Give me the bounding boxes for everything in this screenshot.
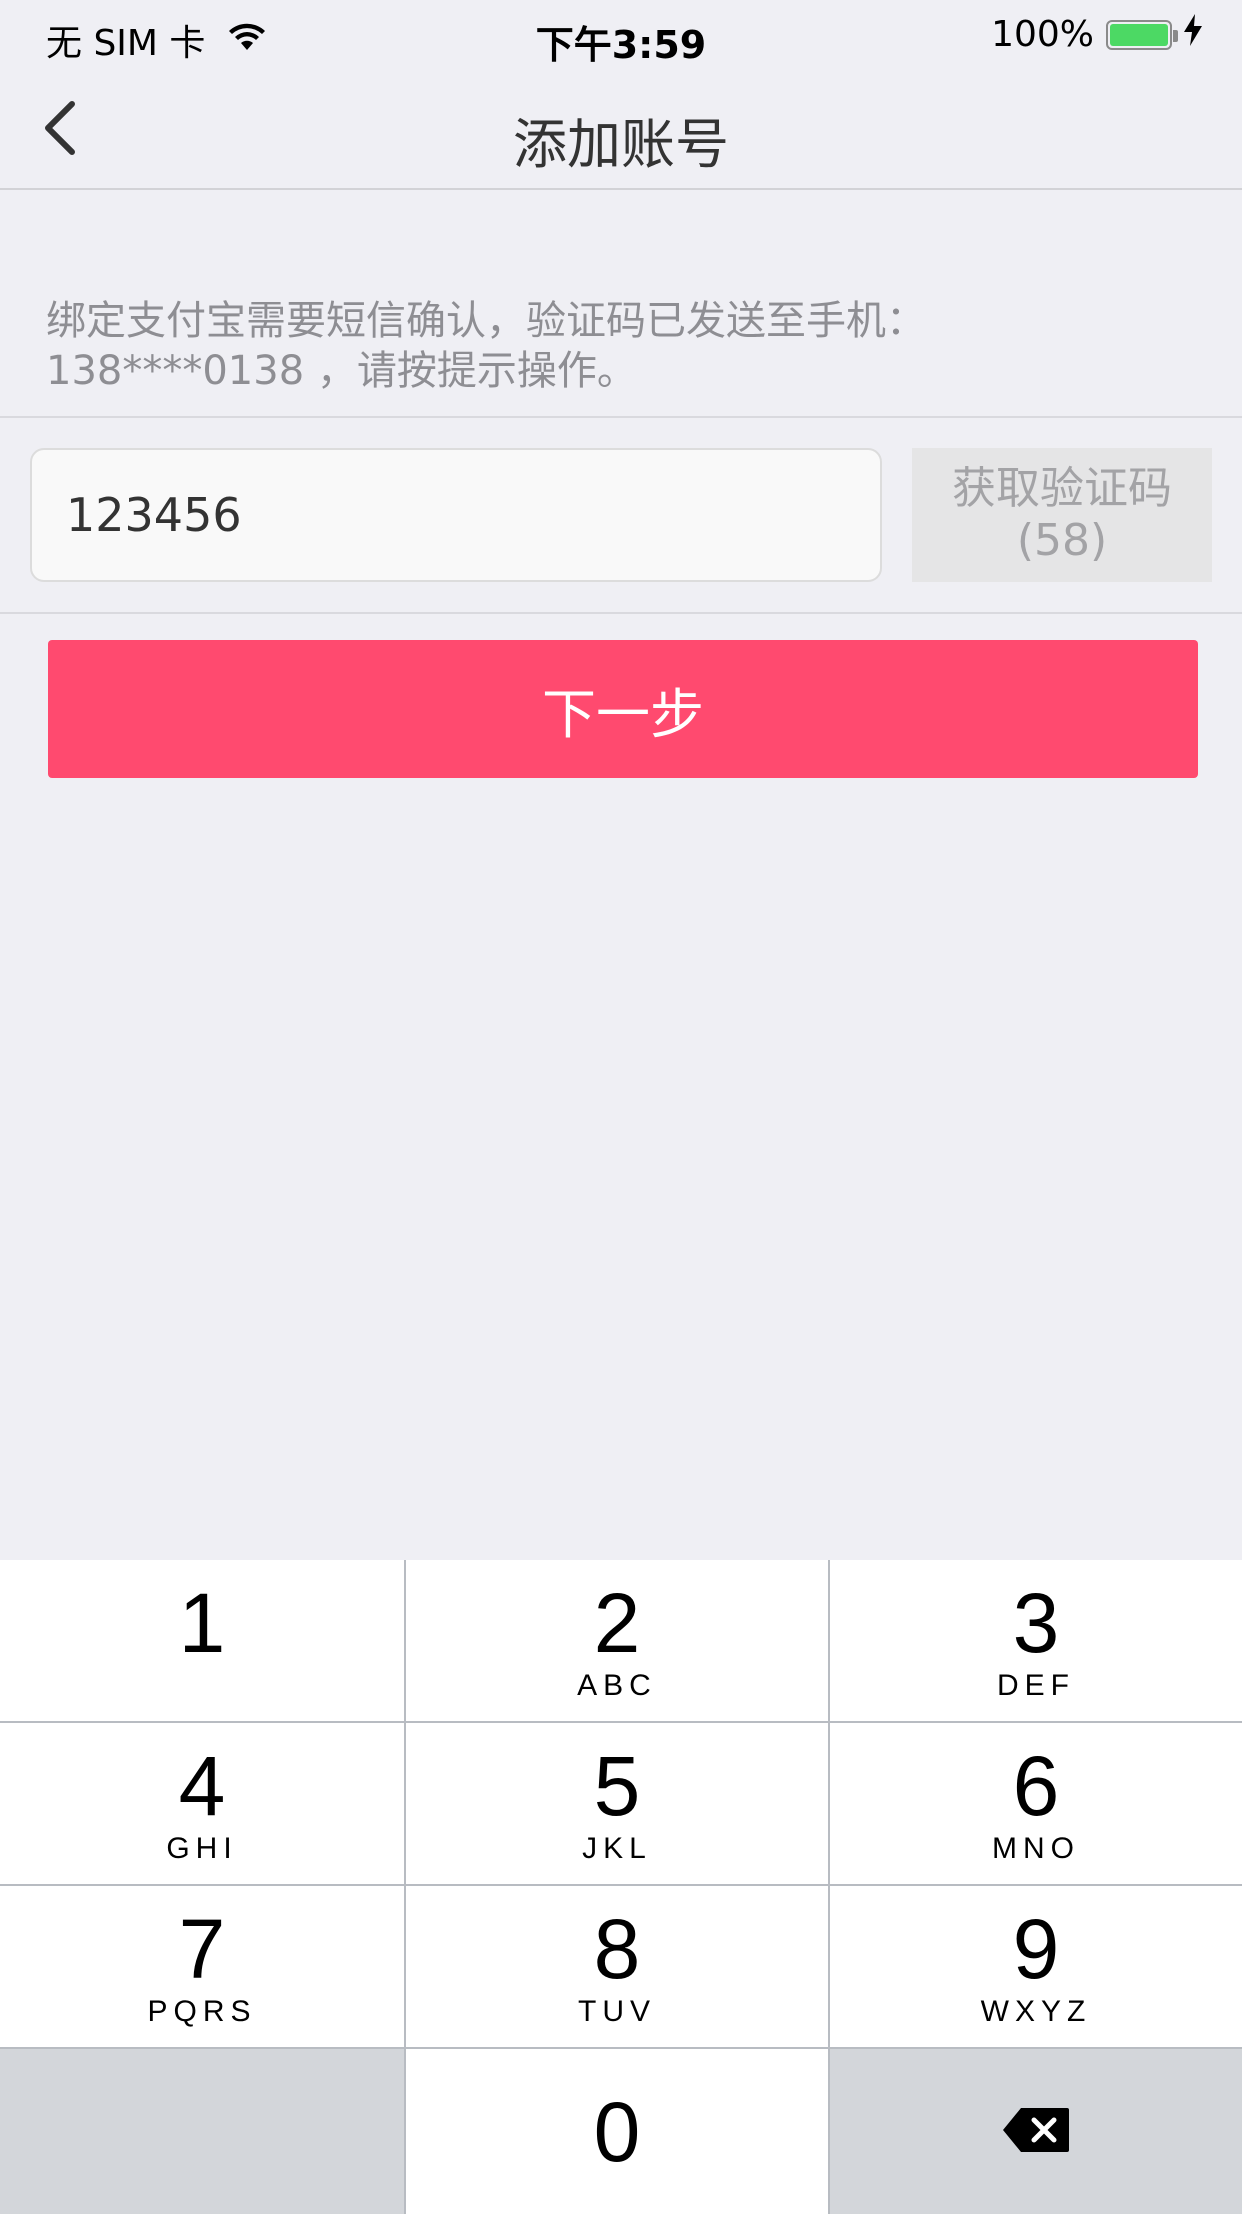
key-number: 9	[1012, 1901, 1060, 1996]
key-letters: MNO	[992, 1831, 1080, 1865]
charging-bolt-icon	[1184, 14, 1202, 55]
next-step-button[interactable]: 下一步	[48, 640, 1198, 778]
sms-hint-text: 绑定支付宝需要短信确认，验证码已发送至手机： 138****0138 ，请按提示…	[46, 296, 1196, 396]
key-letters: PQRS	[147, 1994, 257, 2028]
numeric-keypad: 1 2 ABC 3 DEF 4 GHI 5 JKL 6 MNO 7 PQRS 8…	[0, 1560, 1242, 2214]
key-6[interactable]: 6 MNO	[830, 1723, 1242, 1884]
key-number: 3	[1012, 1575, 1060, 1670]
verification-row: 获取验证码 (58)	[0, 416, 1242, 614]
key-number: 5	[593, 1738, 641, 1833]
key-letters: TUV	[578, 1994, 656, 2028]
backspace-icon	[1001, 2106, 1071, 2158]
page-title: 添加账号	[513, 113, 729, 176]
navigation-bar: 添加账号	[0, 72, 1242, 190]
key-number: 6	[1012, 1738, 1060, 1833]
verification-code-input[interactable]	[30, 448, 882, 582]
key-letters: DEF	[997, 1668, 1075, 1702]
key-2[interactable]: 2 ABC	[406, 1560, 830, 1721]
key-number: 2	[593, 1575, 641, 1670]
status-right: 100%	[991, 14, 1202, 55]
key-letters: ABC	[577, 1668, 657, 1702]
key-letters: WXYZ	[980, 1994, 1092, 2028]
key-7[interactable]: 7 PQRS	[0, 1886, 406, 2047]
key-8[interactable]: 8 TUV	[406, 1886, 830, 2047]
battery-percent: 100%	[991, 14, 1094, 55]
key-number: 4	[178, 1738, 226, 1833]
hint-line-1: 绑定支付宝需要短信确认，验证码已发送至手机：	[46, 298, 926, 344]
delete-key[interactable]	[830, 2049, 1242, 2214]
countdown-label: (58)	[1016, 515, 1108, 566]
key-number: 1	[178, 1575, 226, 1670]
key-1[interactable]: 1	[0, 1560, 406, 1721]
key-number: 7	[178, 1901, 226, 1996]
battery-icon	[1106, 19, 1178, 50]
key-letters: GHI	[166, 1831, 238, 1865]
key-0[interactable]: 0	[406, 2049, 830, 2214]
key-4[interactable]: 4 GHI	[0, 1723, 406, 1884]
get-code-button[interactable]: 获取验证码 (58)	[912, 448, 1212, 582]
key-letters: JKL	[582, 1831, 652, 1865]
key-blank	[0, 2049, 406, 2214]
get-code-label: 获取验证码	[952, 463, 1172, 514]
hint-line-2: 138****0138 ，请按提示操作。	[46, 348, 637, 394]
key-5[interactable]: 5 JKL	[406, 1723, 830, 1884]
key-9[interactable]: 9 WXYZ	[830, 1886, 1242, 2047]
status-bar: 无 SIM 卡 下午3:59 100%	[0, 0, 1242, 72]
key-number: 0	[593, 2084, 641, 2179]
key-number: 8	[593, 1901, 641, 1996]
key-3[interactable]: 3 DEF	[830, 1560, 1242, 1721]
